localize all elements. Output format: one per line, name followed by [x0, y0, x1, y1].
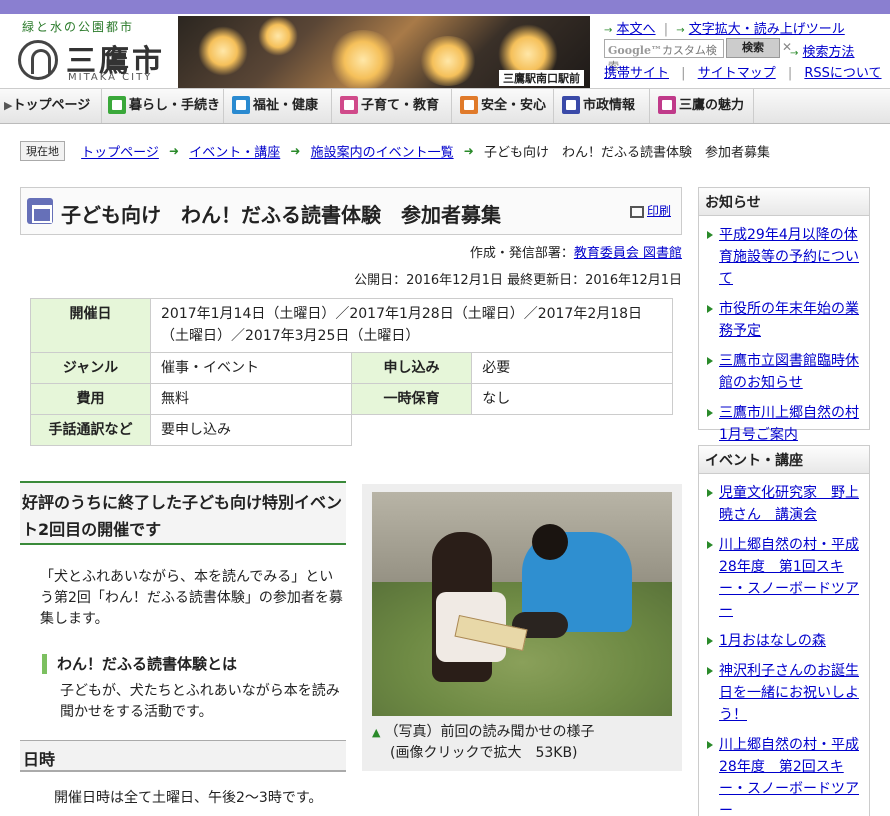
- caption-size: (画像クリックで拡大 53KB): [390, 745, 578, 761]
- sub-heading: わん！だふる読書体験とは: [42, 654, 237, 674]
- news-item[interactable]: 三鷹市立図書館臨時休館のお知らせ: [699, 350, 865, 394]
- page-title: 子ども向け わん！だふる読書体験 参加者募集: [61, 203, 501, 227]
- building-icon: [562, 95, 580, 114]
- search-help-link[interactable]: 検索方法: [803, 45, 855, 60]
- nav-city-info[interactable]: 市政情報: [558, 89, 650, 123]
- search-input[interactable]: Google™カスタム検索: [604, 39, 724, 73]
- arrow-icon: ➜: [169, 144, 180, 158]
- author-link[interactable]: 教育委員会 図書館: [574, 246, 682, 261]
- header-photo: 三鷹駅南口駅前: [178, 16, 590, 88]
- nav-label: 福祉・健康: [253, 98, 319, 113]
- print-link[interactable]: 印刷: [629, 202, 671, 219]
- arrow-icon: →: [676, 25, 685, 36]
- skip-to-content-link[interactable]: 本文へ: [617, 22, 656, 37]
- mobile-site-link[interactable]: 携帯サイト: [604, 66, 669, 81]
- info-label: 一時保育: [350, 383, 473, 415]
- info-label: 申し込み: [350, 352, 473, 384]
- search-button[interactable]: 検索: [726, 38, 780, 58]
- schedule-text: 開催日時は全て土曜日、午後2〜3時です。: [54, 790, 323, 806]
- nav-label: 市政情報: [583, 98, 636, 113]
- print-label: 印刷: [646, 204, 671, 218]
- arrow-icon: ➜: [290, 144, 301, 158]
- info-value: 要申し込み: [150, 414, 352, 446]
- top-accent-bar: [0, 0, 890, 14]
- nav-welfare[interactable]: 福祉・健康: [228, 89, 332, 123]
- arrow-icon: →: [604, 25, 613, 36]
- info-value: 必要: [471, 352, 673, 384]
- schedule-heading: 日時: [20, 740, 346, 772]
- news-item[interactable]: 平成29年4月以降の体育施設等の予約について: [699, 224, 865, 290]
- section-heading: 好評のうちに終了した子ども向け特別イベント2回目の開催です: [20, 481, 346, 545]
- nav-attractions[interactable]: 三鷹の魅力: [654, 89, 754, 123]
- page-title-box: 子ども向け わん！だふる読書体験 参加者募集 印刷: [20, 187, 682, 235]
- photo-caption: ▲ （写真）前回の読み聞かせの様子 (画像クリックで拡大 53KB): [372, 722, 672, 763]
- text-size-link[interactable]: 文字拡大・読み上げツール: [689, 22, 845, 37]
- info-label: ジャンル: [30, 352, 151, 384]
- city-emblem-icon: [18, 40, 58, 80]
- events-box: イベント・講座 児童文化研究家 野上暁さん 講演会 川上郷自然の村・平成28年度…: [698, 445, 870, 816]
- family-icon: [340, 95, 358, 114]
- event-item[interactable]: 川上郷自然の村・平成28年度 第1回スキー・スノーボードツアー: [699, 534, 865, 622]
- info-label: 費用: [30, 383, 151, 415]
- nav-living[interactable]: 暮らし・手続き: [104, 89, 224, 123]
- calendar-icon: [27, 198, 53, 224]
- photo-figure: ▲ （写真）前回の読み聞かせの様子 (画像クリックで拡大 53KB): [362, 484, 682, 771]
- global-nav: ▶トップページ 暮らし・手続き 福祉・健康 子育て・教育 安全・安心 市政情報 …: [0, 88, 890, 124]
- nav-top-page[interactable]: ▶トップページ: [0, 89, 102, 123]
- news-box: お知らせ 平成29年4月以降の体育施設等の予約について 市役所の年末年始の業務予…: [698, 187, 870, 443]
- author-line: 作成・発信部署：教育委員会 図書館: [470, 242, 682, 261]
- cross-icon: [232, 95, 250, 114]
- info-value: なし: [471, 383, 673, 415]
- breadcrumb-here-label: 現在地: [20, 141, 65, 161]
- breadcrumb: 現在地 トップページ ➜ イベント・講座 ➜ 施設案内のイベント一覧 ➜ 子ども…: [20, 141, 770, 163]
- rss-link[interactable]: RSSについて: [804, 66, 881, 81]
- info-label: 開催日: [30, 298, 151, 353]
- caption-line: （写真）前回の読み聞かせの様子: [384, 724, 595, 740]
- city-logo[interactable]: 緑と水の公園都市 三鷹市 MITAKA CITY: [18, 16, 178, 88]
- event-item[interactable]: 児童文化研究家 野上暁さん 講演会: [699, 482, 865, 526]
- site-header: 緑と水の公園都市 三鷹市 MITAKA CITY 三鷹駅南口駅前 → 本文へ |…: [0, 14, 890, 88]
- event-item[interactable]: 川上郷自然の村・平成28年度 第2回スキー・スノーボードツアー: [699, 734, 865, 816]
- nav-label: 暮らし・手続き: [129, 98, 221, 113]
- nav-label: トップページ: [12, 98, 91, 113]
- arrow-icon: ➜: [463, 144, 474, 158]
- nav-childcare[interactable]: 子育て・教育: [336, 89, 452, 123]
- breadcrumb-current: 子ども向け わん！だふる読書体験 参加者募集: [483, 145, 770, 161]
- breadcrumb-item[interactable]: 施設案内のイベント一覧: [311, 146, 454, 161]
- flower-icon: [658, 95, 676, 114]
- breadcrumb-item[interactable]: トップページ: [81, 146, 159, 161]
- info-value: 2017年1月14日（土曜日）／2017年1月28日（土曜日）／2017年2月1…: [150, 298, 673, 353]
- date-line: 公開日：2016年12月1日 最終更新日：2016年12月1日: [354, 273, 682, 288]
- nav-label: 三鷹の魅力: [679, 98, 745, 113]
- intro-text: 「犬とふれあいながら、本を読んでみる」という第2回「わん！だふる読書体験」の参加…: [40, 569, 343, 627]
- triangle-up-icon: ▲: [372, 726, 381, 739]
- news-item[interactable]: 三鷹市川上郷自然の村1月号ご案内: [699, 402, 865, 446]
- nav-label: 安全・安心: [481, 98, 547, 113]
- arrow-icon: →: [790, 48, 799, 59]
- info-value: 無料: [150, 383, 352, 415]
- header-links: → 本文へ | → 文字拡大・読み上げツール Google™カスタム検索 検索 …: [604, 22, 882, 81]
- city-sub-name: MITAKA CITY: [68, 72, 153, 83]
- city-tagline: 緑と水の公園都市: [22, 20, 135, 34]
- news-item[interactable]: 市役所の年末年始の業務予定: [699, 298, 865, 342]
- sub-text: 子どもが、犬たちとふれあいながら本を読み聞かせをする活動です。: [60, 683, 340, 720]
- house-icon: [108, 95, 126, 114]
- author-prefix: 作成・発信部署：: [469, 246, 574, 261]
- google-logo: Google™: [608, 44, 662, 57]
- breadcrumb-item[interactable]: イベント・講座: [189, 146, 280, 161]
- nav-label: 子育て・教育: [361, 98, 440, 113]
- event-photo[interactable]: [372, 492, 672, 716]
- info-value: 催事・イベント: [150, 352, 352, 384]
- nav-safety[interactable]: 安全・安心: [456, 89, 554, 123]
- photo-caption: 三鷹駅南口駅前: [499, 70, 584, 86]
- event-item[interactable]: 神沢利子さんのお誕生日を一緒にお祝いしよう！: [699, 660, 865, 726]
- info-label: 手話通訳など: [30, 414, 151, 446]
- news-heading: お知らせ: [699, 188, 869, 216]
- shield-icon: [460, 95, 478, 114]
- printer-icon: [629, 205, 644, 218]
- event-item[interactable]: 1月おはなしの森: [699, 630, 865, 652]
- event-info-table: 開催日 2017年1月14日（土曜日）／2017年1月28日（土曜日）／2017…: [30, 298, 673, 446]
- events-heading: イベント・講座: [699, 446, 869, 474]
- sitemap-link[interactable]: サイトマップ: [698, 66, 776, 81]
